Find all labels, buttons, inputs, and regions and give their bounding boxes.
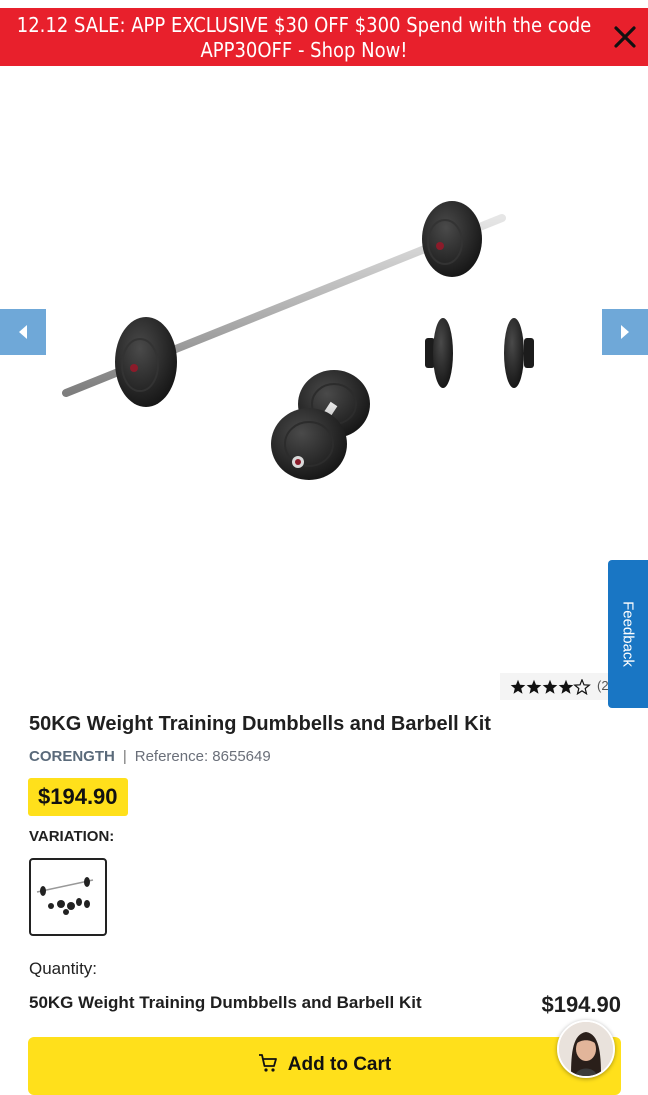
gallery-prev-button[interactable] — [0, 309, 46, 355]
support-agent-avatar[interactable] — [557, 1020, 615, 1078]
summary-product-name: 50KG Weight Training Dumbbells and Barbe… — [29, 993, 422, 1012]
feedback-tab[interactable]: Feedback — [608, 560, 648, 708]
rating-summary[interactable]: (2 — [500, 673, 608, 700]
chevron-left-icon — [19, 325, 27, 339]
feedback-label: Feedback — [619, 601, 637, 667]
promo-banner[interactable]: 12.12 SALE: APP EXCLUSIVE $30 OFF $300 S… — [0, 8, 648, 66]
promo-line-1: 12.12 SALE: APP EXCLUSIVE $30 OFF $300 S… — [16, 13, 592, 37]
promo-text: 12.12 SALE: APP EXCLUSIVE $30 OFF $300 S… — [0, 13, 608, 63]
product-title: 50KG Weight Training Dumbbells and Barbe… — [29, 713, 491, 735]
meta-separator: | — [122, 748, 127, 765]
product-image — [62, 201, 548, 480]
agent-avatar-icon — [559, 1022, 613, 1076]
add-to-cart-button[interactable]: Add to Cart — [28, 1037, 621, 1095]
add-to-cart-label: Add to Cart — [287, 1054, 392, 1075]
variation-label: VARIATION: — [29, 828, 115, 845]
close-icon[interactable] — [610, 22, 640, 52]
variation-thumbnail — [36, 877, 94, 915]
star-rating-icon — [510, 679, 590, 695]
chevron-right-icon — [621, 325, 629, 339]
product-meta: CORENGTH | Reference: 8655649 — [29, 748, 271, 765]
quantity-label: Quantity: — [29, 959, 98, 978]
cart-icon — [258, 1054, 277, 1072]
summary-price: $194.90 — [541, 992, 621, 1017]
price-badge: $194.90 — [28, 778, 128, 816]
rating-count: (2 — [597, 678, 608, 693]
product-gallery[interactable] — [0, 66, 648, 666]
gallery-next-button[interactable] — [602, 309, 648, 355]
variation-swatch[interactable] — [29, 858, 107, 936]
promo-line-2: APP30OFF - Shop Now! — [200, 38, 408, 62]
product-reference: Reference: 8655649 — [134, 748, 271, 765]
brand-link[interactable]: CORENGTH — [29, 748, 115, 765]
